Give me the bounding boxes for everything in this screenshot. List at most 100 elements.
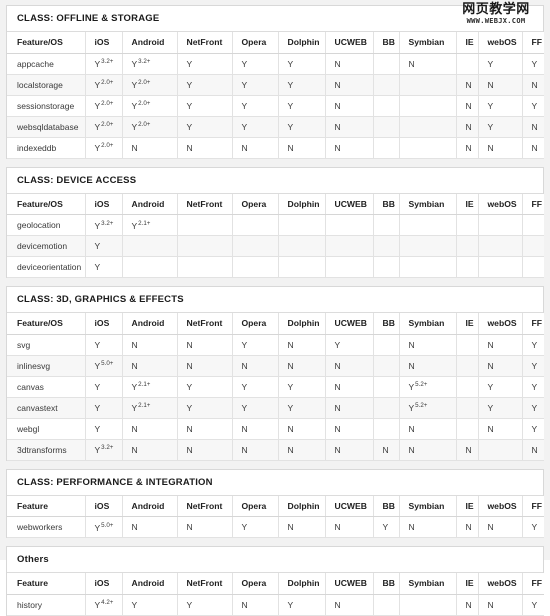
support-cell: [478, 439, 523, 461]
version-annotation: 5.0+: [101, 360, 114, 368]
version-annotation: 5.2+: [415, 381, 428, 389]
column-header-netfront: NetFront: [177, 193, 233, 215]
support-cell: N: [278, 439, 326, 461]
sections-container: CLASS: OFFLINE & STORAGE Feature/OS iOS And…: [6, 5, 544, 616]
column-header-feature: Feature: [7, 573, 86, 595]
support-cell: Y2.0+: [122, 116, 178, 138]
column-header-ie: IE: [456, 32, 479, 54]
support-cell: N: [456, 594, 479, 616]
feature-name-cell: svg: [7, 334, 86, 356]
support-cell: N: [325, 74, 374, 96]
support-cell: Y5.2+: [399, 397, 457, 419]
column-header-feature: Feature: [7, 495, 86, 517]
support-cell: [399, 137, 457, 159]
section-title: CLASS: DEVICE ACCESS: [7, 167, 543, 194]
section-title: CLASS: 3D, GRAPHICS & EFFECTS: [7, 287, 543, 313]
column-header-opera: Opera: [232, 573, 279, 595]
support-cell: [399, 74, 457, 96]
support-cell: [456, 334, 479, 356]
column-header-opera: Opera: [232, 495, 279, 517]
support-cell: N: [177, 418, 233, 440]
support-cell: [122, 235, 178, 257]
support-cell: Y: [522, 53, 544, 75]
version-annotation: 2.0+: [101, 142, 114, 150]
support-cell: N: [399, 334, 457, 356]
version-annotation: 3.2+: [101, 219, 114, 227]
support-cell: Y: [232, 334, 279, 356]
support-cell: [522, 256, 544, 278]
support-cell: Y: [85, 256, 123, 278]
support-cell: N: [399, 355, 457, 377]
compat-section: CLASS: DEVICE ACCESS Feature/OS iOS Android…: [6, 166, 544, 278]
feature-name-cell: appcache: [7, 53, 86, 75]
version-annotation: 2.0+: [101, 121, 114, 129]
support-cell: Y: [232, 95, 279, 117]
support-cell: N: [456, 137, 479, 159]
column-header-opera: Opera: [232, 313, 279, 335]
support-cell: N: [177, 439, 233, 461]
column-header-netfront: NetFront: [177, 313, 233, 335]
support-cell: Y2.0+: [85, 116, 123, 138]
support-cell: [522, 235, 544, 257]
compat-section: CLASS: 3D, GRAPHICS & EFFECTS Feature/OS i…: [6, 286, 544, 461]
compat-table: Feature/OS iOS Android NetFront Opera Dolphin…: [7, 313, 544, 461]
support-cell: Y: [232, 397, 279, 419]
support-cell: N: [522, 137, 544, 159]
support-cell: [373, 235, 400, 257]
support-cell: Y: [522, 355, 544, 377]
version-annotation: 2.0+: [101, 100, 114, 108]
compat-section: CLASS: OFFLINE & STORAGE Feature/OS iOS And…: [6, 5, 544, 159]
feature-name-cell: sessionstorage: [7, 95, 86, 117]
support-cell: N: [399, 516, 457, 538]
support-cell: N: [122, 418, 178, 440]
support-cell: [325, 256, 374, 278]
support-cell: [522, 214, 544, 236]
support-cell: N: [373, 439, 400, 461]
support-cell: N: [122, 334, 178, 356]
support-cell: [478, 235, 523, 257]
support-cell: Y2.1+: [122, 214, 178, 236]
support-cell: N: [325, 397, 374, 419]
support-cell: N: [456, 516, 479, 538]
column-header-bb: BB: [373, 495, 400, 517]
support-cell: [373, 116, 400, 138]
support-cell: Y: [177, 594, 233, 616]
support-cell: N: [232, 594, 279, 616]
support-cell: Y5.0+: [85, 516, 123, 538]
support-cell: [177, 214, 233, 236]
support-cell: N: [478, 137, 523, 159]
column-header-symbian: Symbian: [399, 32, 457, 54]
column-header-webos: webOS: [478, 193, 523, 215]
feature-name-cell: inlinesvg: [7, 355, 86, 377]
support-cell: N: [325, 95, 374, 117]
column-header-ucweb: UCWEB: [325, 193, 374, 215]
support-cell: Y: [232, 516, 279, 538]
compatibility-tables-page: 网页教学网 WWW.WEBJX.COM CLASS: OFFLINE & STO…: [0, 0, 550, 616]
support-cell: N: [399, 418, 457, 440]
column-header-ios: iOS: [85, 573, 123, 595]
column-header-dolphin: Dolphin: [278, 32, 326, 54]
support-cell: N: [122, 516, 178, 538]
table-row: sessionstorage Y2.0+ Y2.0+ Y Y Y N N Y Y: [7, 95, 544, 117]
support-cell: [373, 214, 400, 236]
support-cell: Y3.2+: [122, 53, 178, 75]
table-header-row: Feature/OS iOS Android NetFront Opera Dolphin…: [7, 313, 544, 335]
support-cell: N: [456, 439, 479, 461]
support-cell: N: [177, 516, 233, 538]
support-cell: [325, 235, 374, 257]
support-cell: [373, 334, 400, 356]
support-cell: Y: [85, 235, 123, 257]
support-cell: Y: [478, 95, 523, 117]
column-header-ucweb: UCWEB: [325, 573, 374, 595]
support-cell: N: [278, 137, 326, 159]
support-cell: N: [278, 516, 326, 538]
feature-name-cell: devicemotion: [7, 235, 86, 257]
column-header-opera: Opera: [232, 193, 279, 215]
column-header-ie: IE: [456, 573, 479, 595]
version-annotation: 2.0+: [138, 121, 151, 129]
support-cell: N: [177, 355, 233, 377]
support-cell: N: [399, 53, 457, 75]
support-cell: [373, 74, 400, 96]
support-cell: Y: [522, 95, 544, 117]
column-header-feature: Feature/OS: [7, 313, 86, 335]
